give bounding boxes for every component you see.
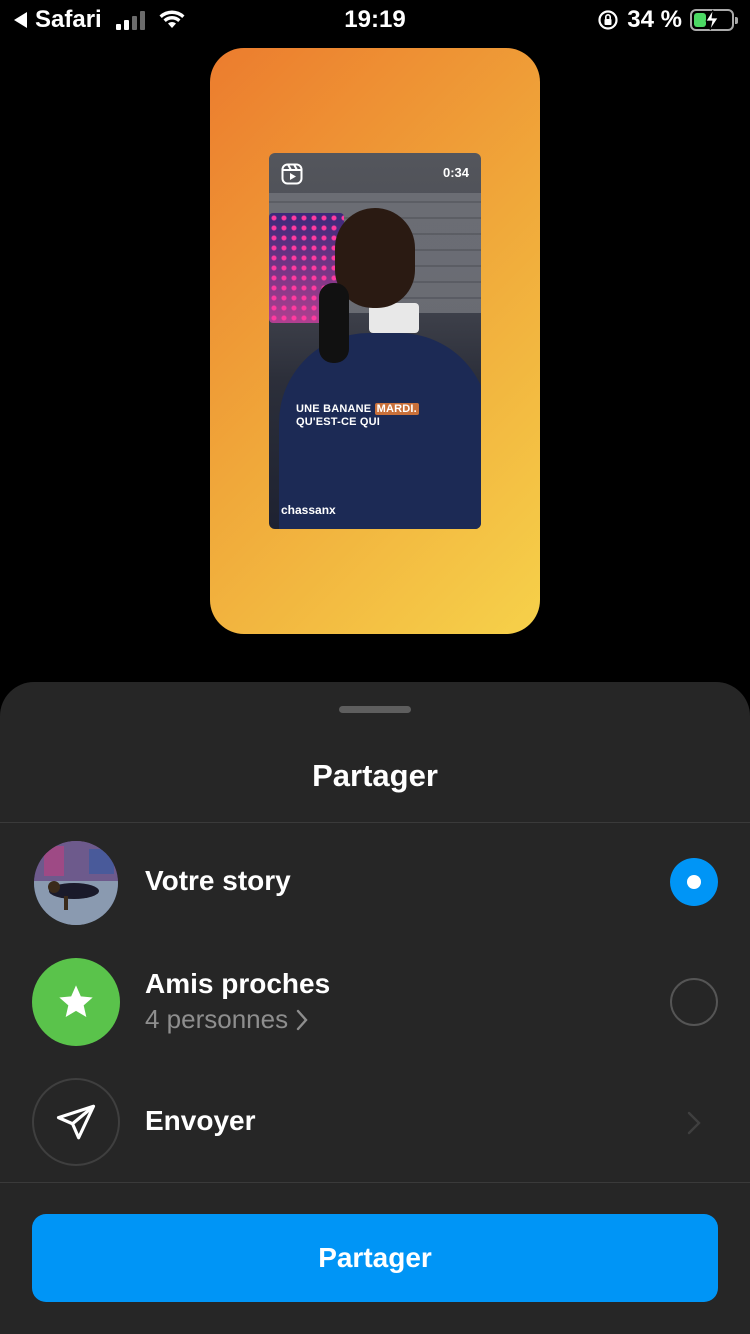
person-body bbox=[279, 333, 481, 529]
share-sheet: Partager Votre story Amis proches 4 pers… bbox=[0, 682, 750, 1334]
battery-charging-icon bbox=[690, 9, 738, 31]
chevron-right-icon bbox=[296, 1009, 308, 1030]
sheet-title: Partager bbox=[312, 758, 438, 793]
sheet-drag-handle[interactable] bbox=[339, 706, 411, 713]
reel-username: chassanx bbox=[281, 503, 336, 517]
paper-plane-icon bbox=[56, 1104, 96, 1140]
divider bbox=[0, 822, 750, 823]
option-send[interactable]: Envoyer bbox=[0, 1072, 750, 1172]
option-close-friends[interactable]: Amis proches 4 personnes bbox=[0, 952, 750, 1052]
orientation-lock-icon bbox=[598, 10, 618, 30]
microphone bbox=[319, 283, 349, 363]
star-icon bbox=[59, 985, 93, 1017]
close-friends-count[interactable]: 4 personnes bbox=[145, 1004, 308, 1035]
your-story-avatar bbox=[32, 839, 120, 927]
story-preview-card: 0:34 UNE BANANE MARDI. QU'EST-CE QUI cha… bbox=[210, 48, 540, 634]
chevron-right-icon[interactable] bbox=[686, 1110, 702, 1136]
battery-percent: 34 % bbox=[627, 6, 682, 33]
close-friends-avatar bbox=[32, 958, 120, 1046]
send-avatar bbox=[32, 1078, 120, 1166]
divider bbox=[0, 1182, 750, 1183]
reels-icon bbox=[281, 163, 303, 185]
video-duration: 0:34 bbox=[442, 165, 469, 180]
your-story-radio[interactable] bbox=[670, 858, 718, 906]
share-button[interactable]: Partager bbox=[32, 1214, 718, 1302]
send-label: Envoyer bbox=[145, 1105, 256, 1136]
your-story-label: Votre story bbox=[145, 865, 291, 896]
status-right: 34 % bbox=[597, 6, 738, 34]
status-bar: Safari 19:19 34 % bbox=[0, 0, 750, 40]
close-friends-radio[interactable] bbox=[670, 978, 718, 1026]
video-caption: UNE BANANE MARDI. QU'EST-CE QUI bbox=[296, 403, 419, 428]
option-your-story[interactable]: Votre story bbox=[0, 832, 750, 932]
reel-preview[interactable]: 0:34 UNE BANANE MARDI. QU'EST-CE QUI cha… bbox=[269, 153, 481, 529]
close-friends-label: Amis proches bbox=[145, 968, 331, 999]
